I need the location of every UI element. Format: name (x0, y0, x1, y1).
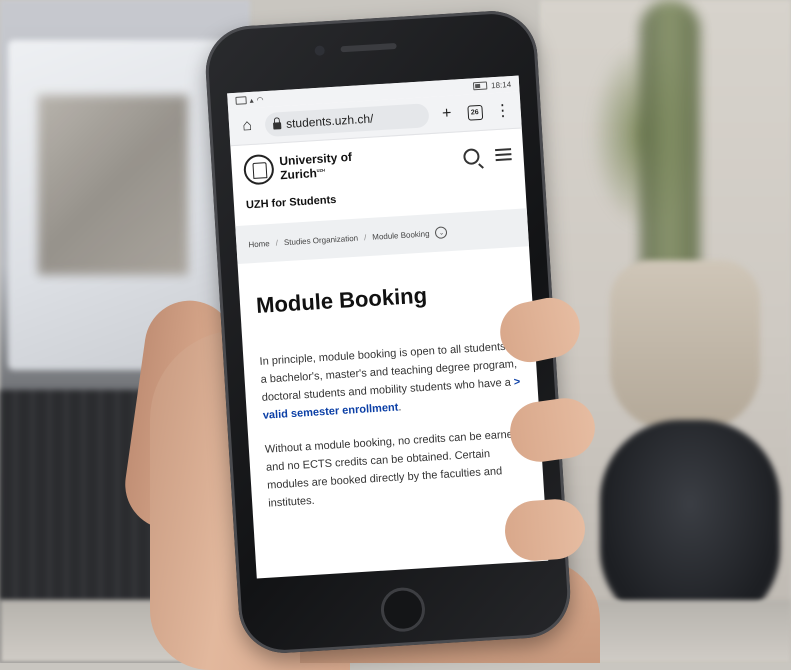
logo-line-2: ZurichUZH (279, 163, 353, 183)
uzh-logo[interactable]: University of ZurichUZH (242, 149, 353, 186)
breadcrumb-studies-organization[interactable]: Studies Organization (284, 233, 359, 247)
intro-end: . (397, 401, 402, 414)
logo-zurich: Zurich (279, 166, 318, 183)
search-icon[interactable] (462, 148, 480, 166)
status-time: 18:14 (490, 79, 512, 90)
breadcrumb-separator: / (275, 238, 279, 248)
home-button[interactable] (379, 586, 427, 633)
battery-icon (472, 81, 488, 91)
signal-icon: ▴ (249, 95, 254, 105)
breadcrumb-module-booking: Module Booking (371, 228, 430, 242)
link-text: valid semester enrollment (262, 401, 399, 422)
logo-superscript: UZH (316, 167, 326, 174)
wifi-icon: ◠ (256, 94, 264, 105)
earpiece-speaker (340, 42, 397, 53)
hamburger-menu-icon[interactable] (495, 148, 512, 162)
intro-paragraph: In principle, module booking is open to … (259, 337, 523, 425)
header-row: University of ZurichUZH (242, 139, 512, 186)
sim-icon (235, 96, 247, 105)
university-seal-icon (242, 153, 275, 186)
page-title: Module Booking (255, 282, 428, 318)
header-actions (462, 146, 512, 166)
blurred-vase (600, 420, 780, 630)
logo-text: University of ZurichUZH (279, 150, 353, 183)
lock-icon (273, 122, 282, 130)
more-vertical-icon[interactable]: ⋮ (492, 100, 513, 121)
link-prefix: > (513, 376, 521, 389)
credits-paragraph: Without a module booking, no credits can… (264, 428, 520, 510)
home-icon[interactable]: ⌂ (237, 116, 258, 137)
address-bar[interactable]: students.uzh.ch/ (264, 103, 430, 138)
plus-icon[interactable]: + (436, 103, 457, 124)
blurred-laptop-photo (38, 95, 188, 275)
tabs-button[interactable]: 26 (464, 102, 485, 123)
front-camera (314, 45, 325, 56)
chevron-down-icon[interactable]: ⌄ (435, 226, 448, 239)
breadcrumb-separator: / (363, 232, 367, 242)
intro-text: In principle, module booking is open to … (259, 340, 518, 404)
blurred-plant-pot (610, 260, 760, 430)
breadcrumb-home[interactable]: Home (248, 239, 270, 249)
tabs-count: 26 (466, 104, 483, 121)
url-text: students.uzh.ch/ (285, 111, 374, 131)
status-right: 18:14 (472, 79, 512, 91)
main-content: Module Booking In principle, module book… (238, 246, 547, 543)
status-indicators: ▴ ◠ (235, 94, 264, 106)
section-title[interactable]: UZH for Students (246, 183, 514, 211)
